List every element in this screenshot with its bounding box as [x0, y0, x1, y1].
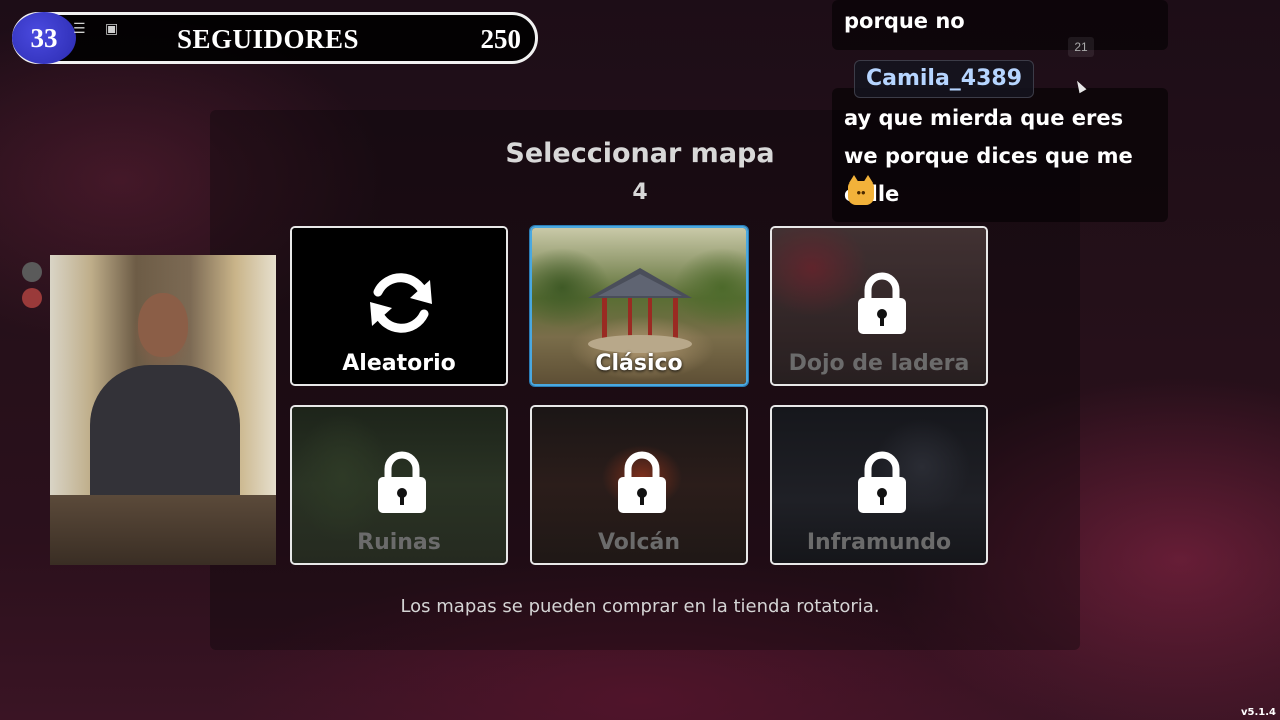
- webcam-table: [50, 495, 276, 565]
- follower-label: SEGUIDORES: [177, 24, 360, 54]
- map-select-title: Seleccionar mapa: [505, 138, 775, 169]
- side-icons: [22, 262, 44, 314]
- chat-timestamp: 21: [1068, 37, 1094, 57]
- skull-icon: [22, 262, 42, 282]
- webcam-feed: [50, 255, 276, 565]
- map-card-dojo-de-ladera[interactable]: Dojo de ladera: [770, 226, 988, 386]
- refresh-icon: [370, 273, 432, 333]
- follower-goal-bar: 33 ☰ ▣ SEGUIDORES 250: [12, 12, 538, 64]
- map-card-aleatorio[interactable]: Aleatorio: [290, 226, 508, 386]
- lock-icon: [378, 451, 426, 513]
- chat-username: Camila_4389: [854, 60, 1034, 98]
- pavilion-illustration: [588, 268, 692, 353]
- map-label: Dojo de ladera: [788, 351, 970, 376]
- streamer-head: [138, 293, 188, 357]
- lock-icon: [858, 451, 906, 513]
- follower-goal: 250: [480, 24, 522, 54]
- map-label: Aleatorio: [342, 351, 456, 376]
- map-label: Ruinas: [357, 530, 441, 555]
- map-label: Inframundo: [806, 530, 952, 555]
- cat-emoji-icon: ••: [848, 175, 874, 205]
- follower-count: 33: [12, 12, 76, 64]
- map-card-inframundo[interactable]: Inframundo: [770, 405, 988, 565]
- lock-icon: [858, 272, 906, 334]
- avatar-icon: [22, 288, 42, 308]
- map-shop-hint: Los mapas se pueden comprar en la tienda…: [400, 596, 880, 617]
- map-card-ruinas[interactable]: Ruinas: [290, 405, 508, 565]
- lock-icon: [618, 451, 666, 513]
- menu-icon: ☰: [73, 21, 86, 37]
- map-label: Clásico: [595, 351, 683, 376]
- map-label: Volcán: [597, 530, 681, 555]
- chat-message: ay que mierda que eres we porque dices q…: [844, 106, 1133, 206]
- chat-icon: ▣: [105, 21, 119, 37]
- map-select-count: 4: [632, 180, 648, 205]
- map-card-volcan[interactable]: Volcán: [530, 405, 748, 565]
- map-card-clasico[interactable]: Clásico: [530, 226, 748, 386]
- version-label: v5.1.4: [1241, 707, 1276, 718]
- chat-message-previous: porque no: [844, 9, 965, 33]
